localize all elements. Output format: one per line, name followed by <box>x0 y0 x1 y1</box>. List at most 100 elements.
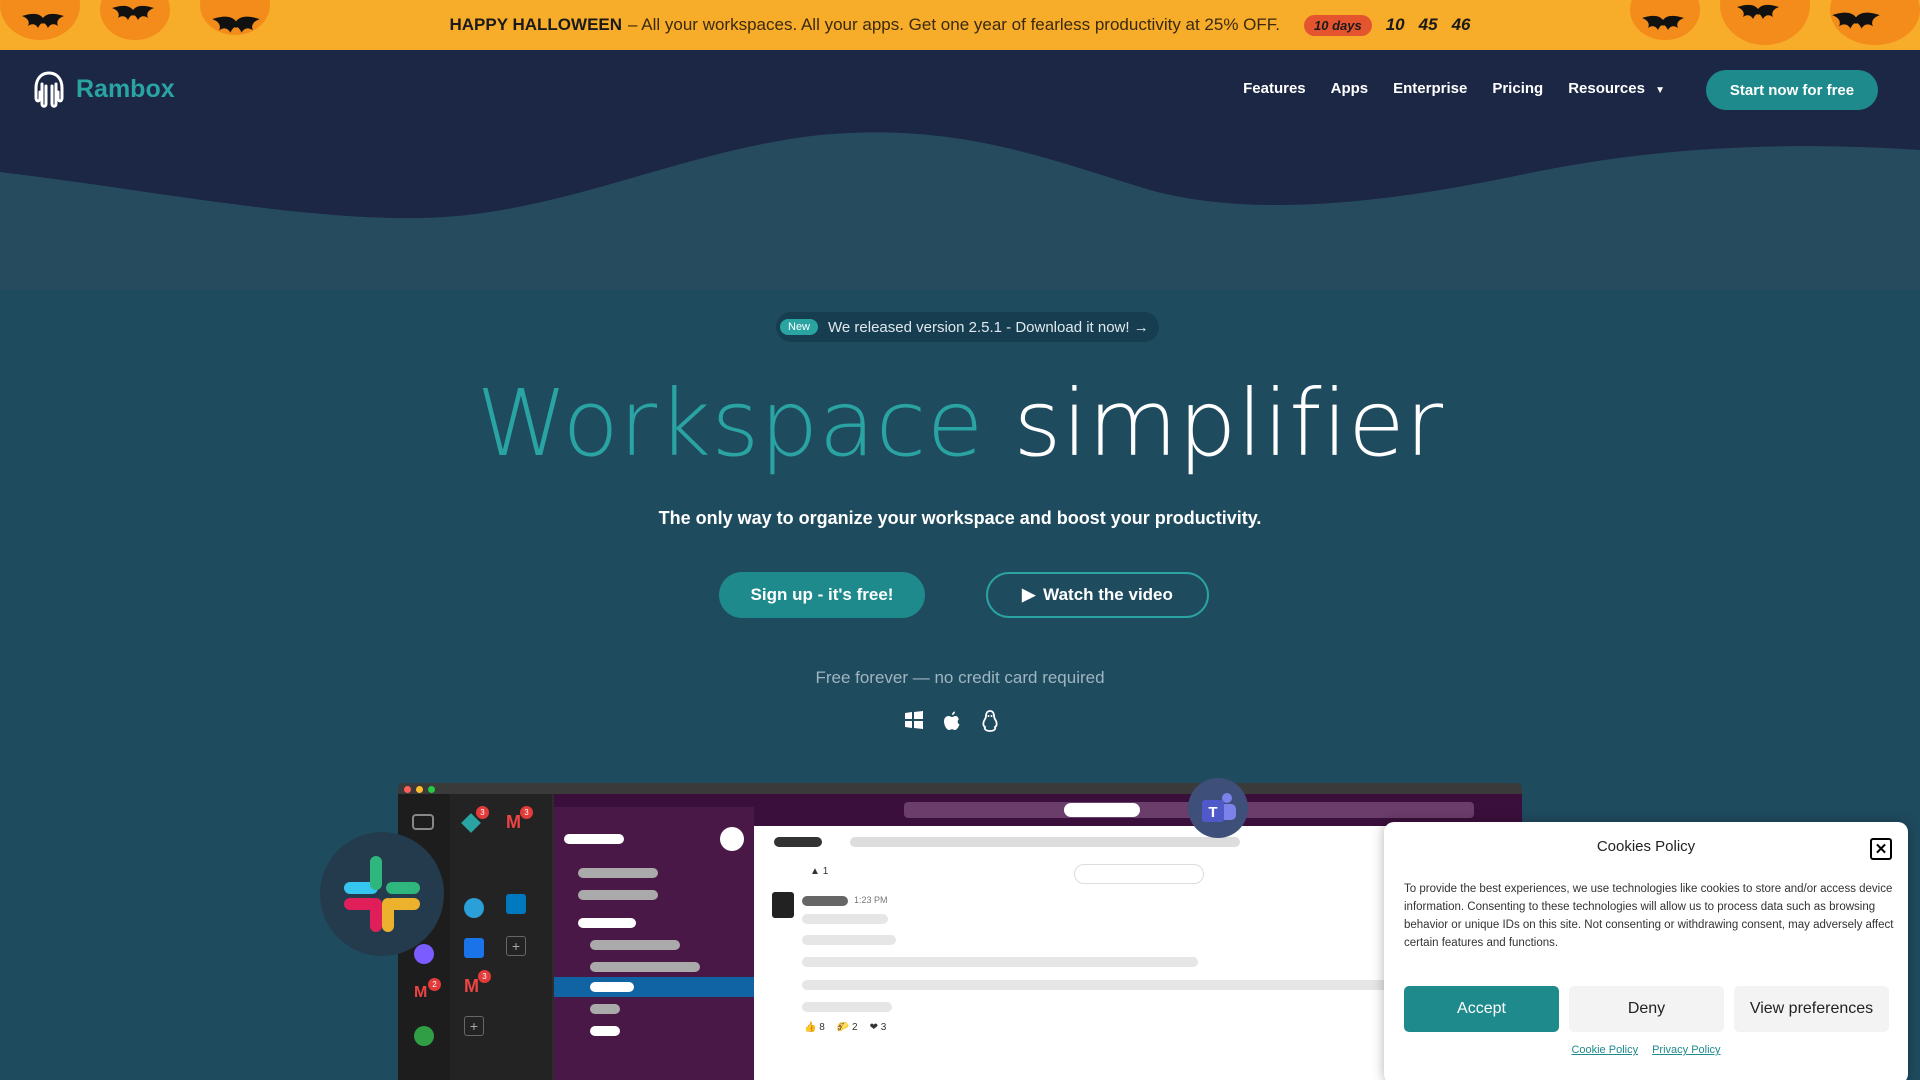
reaction-top[interactable]: ▲ 1 <box>810 866 828 877</box>
messenger-icon[interactable] <box>414 944 434 964</box>
wave-decoration <box>0 130 1920 290</box>
add-workspace-icon[interactable]: + <box>464 1016 484 1036</box>
reaction-thumbs[interactable]: 👍 8 <box>804 1022 825 1033</box>
nav-link-enterprise[interactable]: Enterprise <box>1393 80 1467 97</box>
bat-icon <box>1737 4 1779 19</box>
headline-rest: simplifier <box>1013 370 1444 477</box>
avatar[interactable] <box>772 892 794 918</box>
channel-sidebar <box>554 807 754 1080</box>
gmail-icon[interactable]: M <box>506 812 521 833</box>
nav-link-resources[interactable]: Resources ▼ <box>1568 80 1665 97</box>
channel-bar <box>590 1026 620 1036</box>
message-timestamp: 1:23 PM <box>854 895 888 905</box>
date-divider <box>1074 864 1204 884</box>
channel-title-bar <box>774 837 822 847</box>
promo-banner[interactable]: HAPPY HALLOWEEN – All your workspaces. A… <box>0 0 1920 50</box>
nav-link-pricing[interactable]: Pricing <box>1492 80 1543 97</box>
message-line <box>802 1002 892 1012</box>
os-icons <box>904 710 1000 732</box>
apple-icon[interactable] <box>942 710 962 732</box>
slack-logo-badge <box>320 832 444 956</box>
bat-icon <box>212 16 260 33</box>
watch-video-button[interactable]: ▶ Watch the video <box>986 572 1209 618</box>
app-icon[interactable] <box>414 1026 434 1046</box>
search-placeholder-bar <box>1064 803 1140 817</box>
signup-button[interactable]: Sign up - it's free! <box>719 572 925 618</box>
workspace-name-bar <box>564 834 624 844</box>
channel-bar <box>590 940 680 950</box>
channel-bar <box>578 890 658 900</box>
channel-bar <box>578 868 658 878</box>
close-dot <box>404 786 411 793</box>
message-line <box>802 980 1402 990</box>
maximize-dot <box>428 786 435 793</box>
cookie-dialog: Cookies Policy ✕ To provide the best exp… <box>1384 822 1908 1080</box>
compose-icon[interactable] <box>720 827 744 851</box>
view-preferences-button[interactable]: View preferences <box>1734 986 1889 1032</box>
gmail-icon[interactable]: M <box>464 976 479 997</box>
svg-text:T: T <box>1208 804 1217 821</box>
message-line <box>802 914 888 924</box>
reaction-taco[interactable]: 🌮 2 <box>837 1022 858 1033</box>
telegram-icon[interactable] <box>464 898 484 918</box>
channel-bar <box>578 918 636 928</box>
heart-icon: ❤ <box>869 1022 878 1033</box>
gmail-badge: 3 <box>520 806 533 819</box>
bat-icon <box>112 5 154 20</box>
app-preview: M 2 3 M 3 M 3 + + ▲ 1 1:23 PM 👍 8 🌮 2 ❤ … <box>398 783 1522 1080</box>
windows-icon[interactable] <box>904 710 924 730</box>
add-app-icon[interactable]: + <box>506 936 526 956</box>
channel-bar <box>590 982 634 992</box>
new-badge: New <box>780 319 819 335</box>
reactions-row: 👍 8 🌮 2 ❤ 3 <box>804 1022 886 1033</box>
gmail-badge: 3 <box>478 970 491 983</box>
accept-button[interactable]: Accept <box>1404 986 1559 1032</box>
cookie-title: Cookies Policy <box>1596 838 1696 855</box>
reaction-heart-count: 3 <box>880 1022 887 1033</box>
message-line <box>802 935 896 945</box>
rambox-logo-icon <box>34 71 64 108</box>
top-nav: Rambox Features Apps Enterprise Pricing … <box>0 50 1920 130</box>
nav-links: Features Apps Enterprise Pricing Resourc… <box>1243 80 1665 97</box>
logo[interactable]: Rambox <box>30 70 175 108</box>
privacy-policy-link[interactable]: Privacy Policy <box>1652 1044 1720 1056</box>
deny-button[interactable]: Deny <box>1569 986 1724 1032</box>
nav-link-apps[interactable]: Apps <box>1331 80 1369 97</box>
countdown-hours: 10 <box>1385 15 1405 34</box>
countdown-seconds: 46 <box>1451 15 1471 34</box>
nav-link-resources-label: Resources <box>1568 80 1645 97</box>
author-name-bar <box>802 896 848 906</box>
channel-bar <box>590 1004 620 1014</box>
nav-link-features[interactable]: Features <box>1243 80 1306 97</box>
release-banner[interactable]: New We released version 2.5.1 - Download… <box>776 312 1159 342</box>
thumbs-up-icon: 👍 <box>804 1022 817 1033</box>
release-text: We released version 2.5.1 - Download it … <box>828 318 1149 336</box>
banner-message: – All your workspaces. All your apps. Ge… <box>628 15 1281 34</box>
app-rail: 3 M 3 M 3 + + <box>450 794 552 1080</box>
calendar-icon[interactable] <box>464 938 484 958</box>
countdown: 10 days 10 45 46 <box>1304 14 1471 36</box>
bat-icon <box>1832 12 1880 29</box>
linux-icon[interactable] <box>980 710 1000 732</box>
reaction-top-count: 1 <box>822 866 829 877</box>
window-titlebar <box>398 783 1522 794</box>
cookie-text: To provide the best experiences, we use … <box>1404 883 1894 949</box>
close-icon[interactable]: ✕ <box>1870 838 1892 860</box>
message-line <box>802 957 1198 967</box>
bat-icon <box>1642 15 1684 30</box>
gmail-icon[interactable]: M <box>414 984 427 1002</box>
play-icon: ▶ <box>1022 585 1036 604</box>
rocket-icon[interactable] <box>412 814 434 830</box>
start-free-button[interactable]: Start now for free <box>1706 70 1878 110</box>
countdown-minutes: 45 <box>1418 15 1438 34</box>
bat-icon <box>22 13 64 28</box>
cookie-policy-link[interactable]: Cookie Policy <box>1571 1044 1638 1056</box>
trello-icon[interactable] <box>506 894 526 914</box>
logo-text: Rambox <box>76 74 175 103</box>
taco-icon: 🌮 <box>836 1022 850 1033</box>
watch-video-label: Watch the video <box>1043 585 1173 604</box>
cookie-links: Cookie Policy Privacy Policy <box>1384 1044 1908 1056</box>
reaction-heart[interactable]: ❤ 3 <box>870 1022 887 1033</box>
reaction-taco-count: 2 <box>852 1022 858 1033</box>
active-channel[interactable] <box>554 977 754 997</box>
